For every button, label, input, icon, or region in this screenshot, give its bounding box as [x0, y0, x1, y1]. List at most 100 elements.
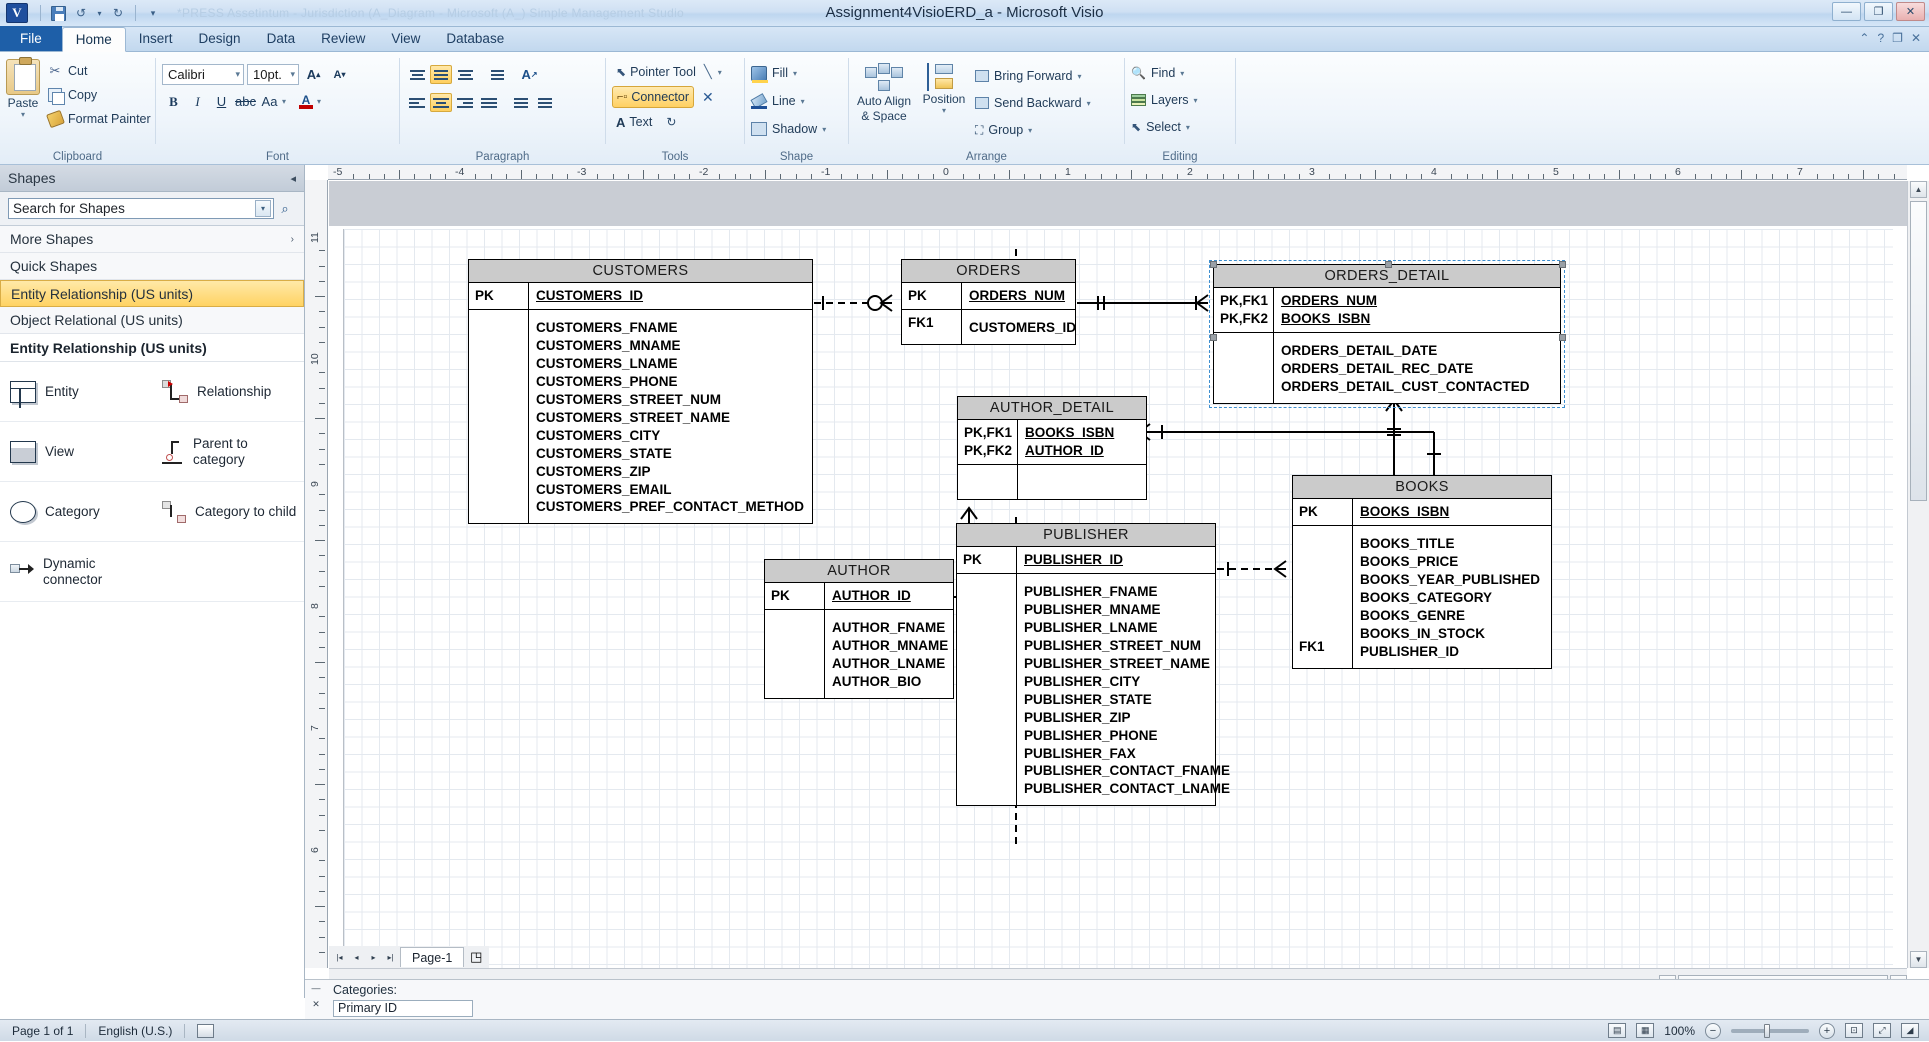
stencil-item-relationship[interactable]: Relationship [152, 362, 304, 421]
tab-home[interactable]: Home [61, 27, 126, 52]
first-page-icon[interactable]: |◂ [332, 949, 347, 965]
underline-button[interactable]: U [210, 91, 233, 112]
stencil-item-entity[interactable]: Entity [0, 362, 152, 421]
tab-data[interactable]: Data [254, 26, 309, 51]
selection-handle[interactable] [1559, 333, 1566, 341]
tab-view[interactable]: View [378, 26, 433, 51]
stencil-item-category[interactable]: Category [0, 482, 152, 541]
italic-button[interactable]: I [186, 91, 209, 112]
entity-orders_detail[interactable]: ORDERS_DETAIL PK,FK1 PK,FK2 ORDERS_NUM BOOKS… [1209, 260, 1566, 408]
tab-database[interactable]: Database [433, 26, 517, 51]
bullets-icon[interactable] [486, 65, 508, 84]
undo-dropdown-icon[interactable]: ▾ [94, 4, 105, 23]
language-indicator[interactable]: English (U.S.) [86, 1020, 184, 1042]
group-dropdown-icon[interactable]: ▾ [1028, 126, 1032, 135]
select-button[interactable]: ⬉ Select ▾ [1131, 116, 1190, 138]
copy-button[interactable]: Copy [44, 84, 154, 105]
decrease-indent-icon[interactable] [510, 93, 532, 112]
close-panel-icon[interactable]: ✕ [312, 999, 320, 1010]
tab-review[interactable]: Review [308, 26, 378, 51]
vertical-scrollbar[interactable]: ▲ ▼ [1907, 181, 1929, 968]
panel-collapse-icons[interactable]: — ✕ [309, 983, 323, 1009]
send-backward-dropdown-icon[interactable]: ▾ [1087, 99, 1091, 108]
line-dropdown-icon[interactable]: ▾ [801, 97, 805, 106]
scroll-up-arrow[interactable]: ▲ [1910, 181, 1927, 198]
stencil-item-parent-to-category[interactable]: Parent to category [152, 422, 304, 481]
position-dropdown-icon[interactable]: ▾ [942, 106, 946, 115]
connector-tool-button[interactable]: ⌐▫ Connector [612, 86, 695, 108]
redo-icon[interactable]: ↻ [108, 4, 128, 23]
cut-button[interactable]: ✂ Cut [44, 60, 154, 81]
change-case-button[interactable]: Aa [258, 91, 281, 112]
page-tab-page-1[interactable]: Page-1 [400, 947, 465, 967]
undo-icon[interactable]: ↺ [71, 4, 91, 23]
delete-tool-icon[interactable]: ✕ [702, 89, 714, 106]
shrink-font-icon[interactable]: A ▾ [328, 64, 351, 85]
prev-page-icon[interactable]: ◂ [349, 949, 364, 965]
selection-handle[interactable] [1385, 261, 1392, 268]
search-dropdown-icon[interactable]: ▾ [255, 200, 271, 217]
bring-forward-button[interactable]: Bring Forward ▾ [975, 65, 1091, 87]
window-resize-icon[interactable]: ◢ [1901, 1023, 1919, 1038]
stencil-item-dynamic-connector[interactable]: Dynamic connector [0, 542, 152, 601]
font-size-select[interactable]: 10pt. ▾ [247, 64, 299, 85]
format-painter-button[interactable]: Format Painter [44, 108, 154, 129]
close-button[interactable]: ✕ [1896, 2, 1925, 21]
collapse-panel-icon[interactable]: ◂ [290, 172, 296, 185]
zoom-slider[interactable] [1731, 1023, 1809, 1038]
auto-align-space-button[interactable]: Auto Align & Space [855, 60, 913, 122]
entity-author_detail[interactable]: AUTHOR_DETAIL PK,FK1 PK,FK2 BOOKS_ISBN AUTHO… [957, 396, 1147, 500]
categories-field[interactable]: Primary ID [333, 1000, 473, 1017]
align-middle-icon[interactable] [430, 65, 452, 84]
group-button[interactable]: ⛶ Group ▾ [975, 119, 1091, 141]
next-page-icon[interactable]: ▸ [366, 949, 381, 965]
sidebar-item-quick-shapes[interactable]: Quick Shapes [0, 253, 304, 280]
entity-books[interactable]: BOOKS PK BOOKS_ISBN FK1 BOOKS_TITLE BOOKS_PR… [1292, 475, 1552, 669]
paste-dropdown-icon[interactable]: ▾ [21, 110, 25, 119]
page-sheet[interactable]: CUSTOMERS PK CUSTOMERS_ID CUSTOMERS_FNAME C… [343, 229, 1893, 968]
restore-window-icon[interactable]: ❐ [1892, 31, 1903, 45]
find-button[interactable]: 🔍 Find ▾ [1131, 62, 1184, 84]
stencil-item-view[interactable]: View [0, 422, 152, 481]
pointer-tool-button[interactable]: ⬉ Pointer Tool [612, 61, 700, 83]
bold-button[interactable]: B [162, 91, 185, 112]
maximize-button[interactable]: ❐ [1864, 2, 1893, 21]
shadow-dropdown-icon[interactable]: ▾ [822, 125, 826, 134]
align-left-icon[interactable] [406, 93, 428, 112]
sidebar-item-object-relational[interactable]: Object Relational (US units) [0, 307, 304, 334]
entity-publisher[interactable]: PUBLISHER PK PUBLISHER_ID PUBLISHER_FNAME P… [956, 523, 1230, 807]
fit-page-icon[interactable]: ⊡ [1845, 1023, 1863, 1038]
line-button[interactable]: Line ▾ [751, 90, 805, 112]
fill-dropdown-icon[interactable]: ▾ [793, 69, 797, 78]
scroll-down-arrow[interactable]: ▼ [1910, 951, 1927, 968]
align-bottom-icon[interactable] [454, 65, 476, 84]
rotate-tool-icon[interactable]: ↻ [666, 115, 676, 129]
new-page-icon[interactable]: ◳ [466, 948, 486, 966]
view-normal-icon[interactable]: ▤ [1608, 1023, 1627, 1038]
search-icon[interactable]: ⌕ [274, 201, 296, 217]
zoom-out-button[interactable]: − [1705, 1022, 1721, 1039]
minimize-button[interactable]: — [1832, 2, 1861, 21]
sidebar-item-more-shapes[interactable]: More Shapes › [0, 226, 304, 253]
search-shapes-input[interactable]: Search for Shapes ▾ [8, 198, 274, 219]
zoom-slider-handle[interactable] [1764, 1023, 1770, 1038]
tab-file[interactable]: File [0, 26, 62, 51]
font-color-button[interactable]: A [296, 91, 316, 112]
layers-dropdown-icon[interactable]: ▾ [1194, 96, 1198, 105]
ribbon-collapse-icon[interactable]: ⌃ [1859, 31, 1869, 45]
zoom-in-button[interactable]: + [1819, 1022, 1835, 1039]
grow-font-icon[interactable]: A ▴ [302, 64, 325, 85]
fill-button[interactable]: Fill ▾ [751, 62, 797, 84]
strikethrough-button[interactable]: abc [234, 91, 257, 112]
align-center-icon[interactable] [430, 93, 452, 112]
tab-design[interactable]: Design [186, 26, 254, 51]
minimize-panel-icon[interactable]: — [312, 983, 321, 993]
change-case-dropdown-icon[interactable]: ▾ [282, 97, 286, 106]
close-doc-icon[interactable]: ✕ [1911, 31, 1921, 45]
vertical-scroll-thumb[interactable] [1910, 201, 1927, 501]
shadow-button[interactable]: Shadow ▾ [751, 118, 826, 140]
paste-button[interactable]: Paste ▾ [6, 56, 40, 119]
selection-handle[interactable] [1210, 333, 1217, 341]
entity-orders[interactable]: ORDERS PK ORDERS_NUM FK1 CUSTOMERS_ID [901, 259, 1076, 345]
align-right-icon[interactable] [454, 93, 476, 112]
